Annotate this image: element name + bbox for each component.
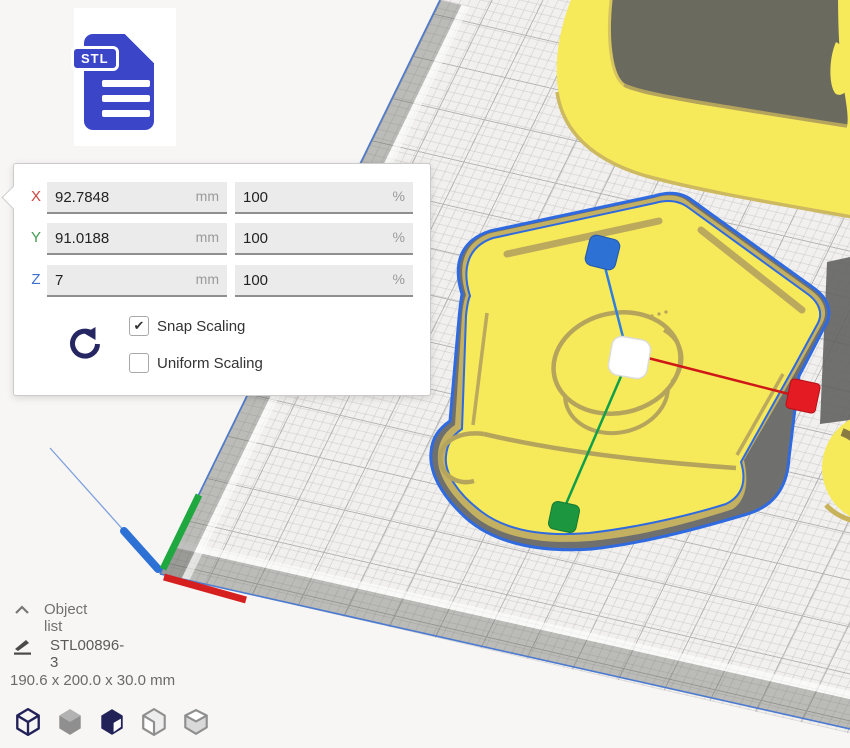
z-axis-line xyxy=(50,448,126,533)
folded-corner-icon xyxy=(125,33,155,63)
uniform-scaling-checkbox[interactable] xyxy=(129,353,149,373)
snap-scaling-label: Snap Scaling xyxy=(157,318,245,335)
stl-file-thumbnail: STL xyxy=(74,8,176,146)
scale-x-percent-input[interactable] xyxy=(235,182,413,212)
view-right-icon[interactable] xyxy=(182,707,210,737)
axis-label-y: Y xyxy=(28,229,44,246)
doc-line xyxy=(102,110,150,117)
scale-tool-panel: X mm % Y mm % Z mm % ✔ Snap Scaling Unif… xyxy=(13,163,431,396)
uniform-scaling-label: Uniform Scaling xyxy=(157,355,263,372)
object-edit-icon xyxy=(12,637,34,655)
object-dimensions: 190.6 x 200.0 x 30.0 mm xyxy=(10,672,175,689)
view-left-icon[interactable] xyxy=(140,707,168,737)
view-top-icon[interactable] xyxy=(98,707,126,737)
view-front-icon[interactable] xyxy=(56,707,84,737)
cura-workspace: { "file_badge": { "label": "STL" }, "pan… xyxy=(0,0,850,748)
scale-y-percent-input[interactable] xyxy=(235,223,413,253)
camera-view-toolbar xyxy=(14,707,210,737)
doc-line xyxy=(102,80,150,87)
unit-label: mm xyxy=(196,229,219,245)
scale-z-percent-input[interactable] xyxy=(235,265,413,295)
unit-label: % xyxy=(393,188,405,204)
chevron-up-icon[interactable] xyxy=(14,604,30,616)
object-name: STL00896-3 xyxy=(50,637,124,671)
unit-label: % xyxy=(393,229,405,245)
unit-label: mm xyxy=(196,271,219,287)
axis-label-z: Z xyxy=(28,271,44,288)
object-list-title: Object list xyxy=(44,601,87,635)
unit-label: % xyxy=(393,271,405,287)
unit-label: mm xyxy=(196,188,219,204)
doc-line xyxy=(102,95,150,102)
view-3d-icon[interactable] xyxy=(14,707,42,737)
stl-badge: STL xyxy=(71,46,119,71)
reset-scale-button[interactable] xyxy=(63,324,103,364)
snap-scaling-checkbox[interactable]: ✔ xyxy=(129,316,149,336)
axis-label-x: X xyxy=(28,188,44,205)
stl-file-icon: STL xyxy=(84,34,154,130)
z-axis-indicator xyxy=(124,531,158,569)
